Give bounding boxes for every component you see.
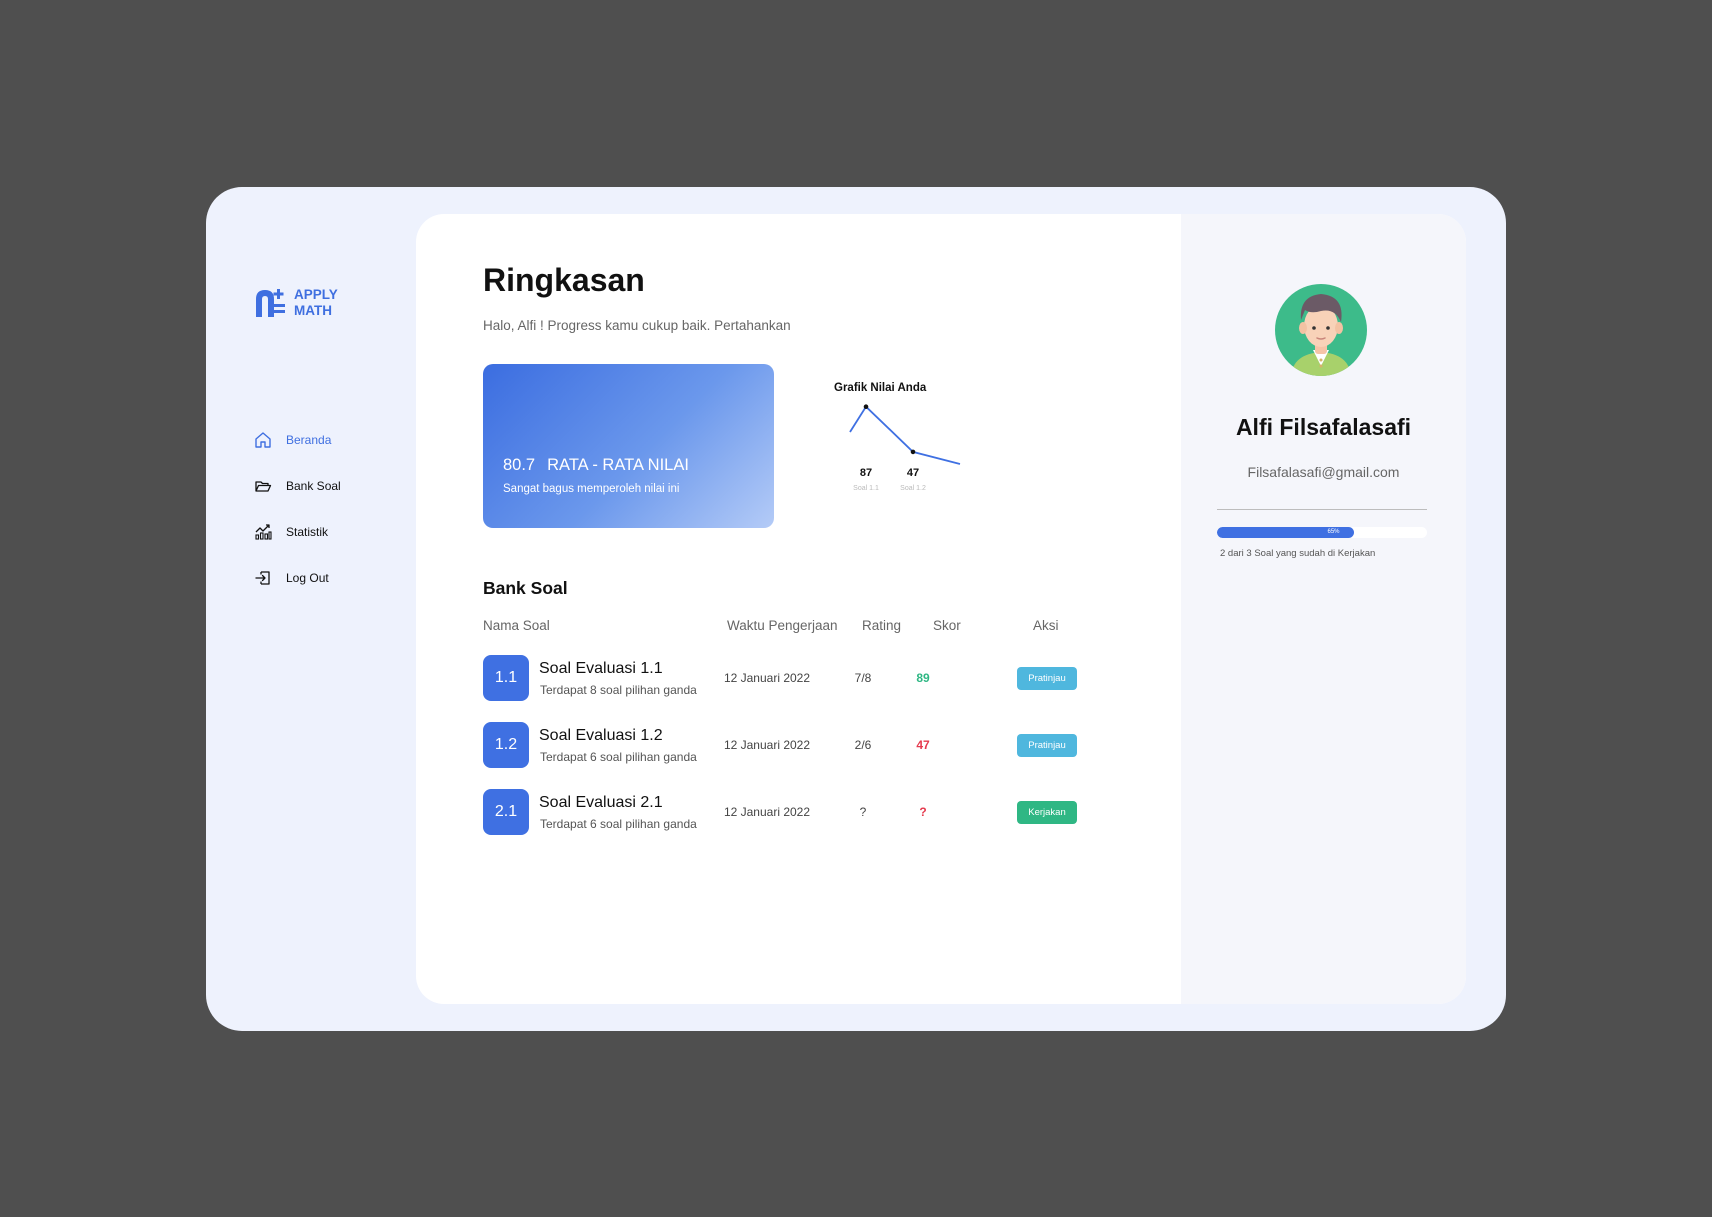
app-logo[interactable]: APPLY MATH [254,287,338,319]
soal-score: ? [919,805,927,819]
folder-open-icon [255,481,272,492]
sidebar-item-label: Log Out [286,571,329,585]
soal-title: Soal Evaluasi 1.1 [539,660,663,677]
soal-title: Soal Evaluasi 2.1 [539,794,663,811]
category-label: Soal 1.1 [853,485,879,492]
series-line [849,405,961,465]
chart-icon [255,524,272,540]
logo-icon [256,289,285,317]
soal-badge: 1.1 [483,655,529,701]
logo-text: APPLY MATH [294,287,338,319]
progress-fill: 65% [1217,527,1354,538]
header-aksi: Aksi [1033,618,1059,633]
sidebar-item-statistik[interactable]: Statistik [254,509,341,555]
bank-soal-title: Bank Soal [483,578,568,598]
header-skor: Skor [933,618,961,633]
sidebar-item-log-out[interactable]: Log Out [254,555,341,601]
page-title: Ringkasan [483,262,645,298]
progress-text: 2 dari 3 Soal yang sudah di Kerjakan [1220,548,1376,559]
soal-subtitle: Terdapat 8 soal pilihan ganda [540,683,697,697]
soal-subtitle: Terdapat 6 soal pilihan ganda [540,750,697,764]
header-waktu-pengerjaan: Waktu Pengerjaan [727,618,838,633]
divider [1217,509,1427,510]
data-label: 47 [907,467,919,479]
progress-bar: 65% [1217,527,1427,538]
sidebar-nav: Beranda Bank Soal Statistik Log Out [254,417,341,601]
sidebar-item-beranda[interactable]: Beranda [254,417,341,463]
profile-panel: Alfi Filsafalasafi Filsafalasafi@gmail.c… [1181,214,1466,1004]
table-row: 1.2 Soal Evaluasi 1.2 Terdapat 6 soal pi… [483,722,1083,768]
main-panel: Ringkasan Halo, Alfi ! Progress kamu cuk… [416,214,1466,1004]
sidebar-item-label: Statistik [286,525,329,539]
soal-date: 12 Januari 2022 [723,738,811,752]
average-description: Sangat bagus memperoleh nilai ini [503,483,680,495]
data-point [910,449,916,455]
soal-date: 12 Januari 2022 [723,671,811,685]
chart-title: Grafik Nilai Anda [834,382,927,394]
user-avatar-icon[interactable] [1275,284,1367,376]
soal-rating: 7/8 [854,671,872,685]
logo-line-2: MATH [294,303,332,318]
pratinjau-button[interactable]: Pratinjau [1017,667,1077,690]
pratinjau-button[interactable]: Pratinjau [1017,734,1077,757]
category-label: Soal 1.2 [900,485,926,492]
average-label: RATA - RATA NILAI [547,456,689,474]
home-icon [255,432,271,448]
score-line-chart: 87 Soal 1.1 47 Soal 1.2 [849,404,961,492]
profile-name: Alfi Filsafalasafi [1235,414,1412,440]
soal-subtitle: Terdapat 6 soal pilihan ganda [540,817,697,831]
header-nama-soal: Nama Soal [483,618,550,633]
soal-score: 47 [916,738,930,752]
average-score-card: 80.7 RATA - RATA NILAI Sangat bagus memp… [483,364,774,528]
soal-rating: 2/6 [854,738,872,752]
progress-label: 65% [1327,529,1340,535]
soal-rating: ? [859,805,867,819]
profile-email: Filsafalasafi@gmail.com [1247,464,1400,480]
soal-badge: 1.2 [483,722,529,768]
average-line: 80.7 RATA - RATA NILAI [503,456,689,475]
soal-date: 12 Januari 2022 [723,805,811,819]
data-point [863,404,869,409]
sidebar-item-bank-soal[interactable]: Bank Soal [254,463,341,509]
average-value: 80.7 [503,456,536,474]
data-label: 87 [860,467,872,479]
soal-badge: 2.1 [483,789,529,835]
app-window: APPLY MATH Beranda Bank Soal Statistik L… [206,187,1506,1031]
soal-title: Soal Evaluasi 1.2 [539,727,663,744]
table-row: 1.1 Soal Evaluasi 1.1 Terdapat 8 soal pi… [483,655,1083,701]
soal-score: 89 [916,671,930,685]
kerjakan-button[interactable]: Kerjakan [1017,801,1077,824]
sidebar-item-label: Bank Soal [286,479,341,493]
logout-icon [255,571,270,585]
sidebar-item-label: Beranda [286,433,332,447]
page-subtitle: Halo, Alfi ! Progress kamu cukup baik. P… [483,318,791,333]
table-row: 2.1 Soal Evaluasi 2.1 Terdapat 6 soal pi… [483,789,1083,835]
logo-line-1: APPLY [294,287,338,302]
header-rating: Rating [862,618,902,633]
